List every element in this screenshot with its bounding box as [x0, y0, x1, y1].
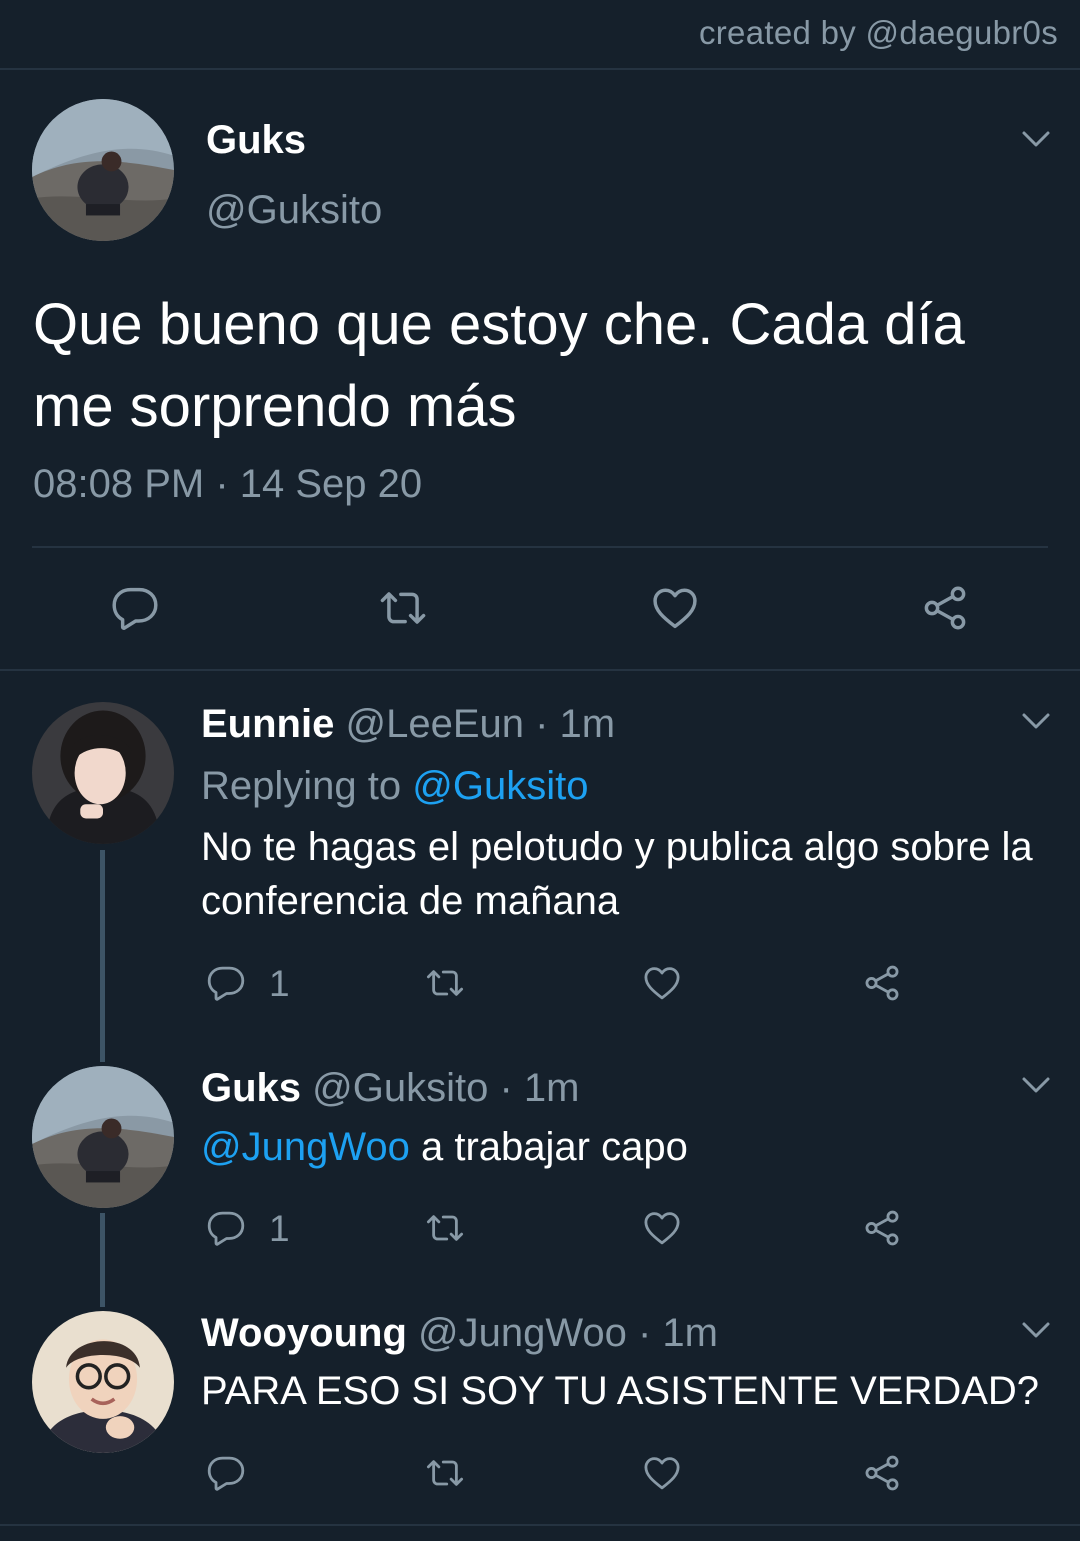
share-icon[interactable] [919, 582, 971, 634]
chevron-down-icon[interactable] [1021, 712, 1051, 730]
reply-header: Eunnie @LeeEun · 1m [201, 702, 615, 747]
reply-count: 1 [269, 1208, 290, 1249]
chevron-down-icon[interactable] [1021, 130, 1051, 148]
retweet-icon[interactable] [424, 962, 466, 1004]
like-icon[interactable] [649, 582, 701, 634]
share-icon[interactable] [861, 962, 903, 1004]
chevron-down-icon[interactable] [1021, 1076, 1051, 1094]
avatar-eunnie[interactable] [32, 702, 174, 844]
retweet-icon[interactable] [377, 582, 429, 634]
retweet-icon[interactable] [424, 1207, 466, 1249]
reply-icon[interactable] [205, 1207, 247, 1249]
avatar-guks-main[interactable] [32, 99, 174, 241]
watermark-credit: created by @daegubr0s [698, 14, 1058, 51]
main-tweet-text: Que bueno que estoy che. Cada día me sor… [33, 292, 965, 439]
retweet-icon[interactable] [424, 1452, 466, 1494]
reply-author-name[interactable]: Eunnie [201, 702, 334, 746]
replying-to-mention-link[interactable]: @Guksito [412, 764, 588, 808]
main-tweet-author-handle[interactable]: @Guksito [206, 188, 382, 233]
reply-header: Wooyoung @JungWoo · 1m [201, 1311, 718, 1356]
share-icon[interactable] [861, 1207, 903, 1249]
reply-text: @JungWoo a trabajar capo [201, 1120, 1061, 1174]
mention-link[interactable]: @JungWoo [201, 1125, 410, 1169]
main-tweet-author-name[interactable]: Guks [206, 118, 306, 163]
reply-author-handle-time: @JungWoo · 1m [418, 1311, 718, 1355]
reply-author-name[interactable]: Guks [201, 1066, 301, 1110]
reply-icon[interactable] [109, 582, 161, 634]
thread-connector [100, 1213, 105, 1307]
thread-connector [100, 850, 105, 1062]
reply-icon[interactable] [205, 1452, 247, 1494]
main-tweet-timestamp: 08:08 PM · 14 Sep 20 [33, 462, 423, 506]
main-tweet-divider [32, 546, 1048, 548]
avatar-guks[interactable] [32, 1066, 174, 1208]
like-icon[interactable] [641, 962, 683, 1004]
reply-text: No te hagas el pelotudo y publica algo s… [201, 825, 1033, 923]
share-icon[interactable] [861, 1452, 903, 1494]
like-icon[interactable] [641, 1207, 683, 1249]
top-divider [0, 68, 1080, 70]
section-divider [0, 669, 1080, 671]
reply-count: 1 [269, 963, 290, 1004]
reply-text: PARA ESO SI SOY TU ASISTENTE VERDAD? [201, 1369, 1040, 1413]
reply-icon[interactable] [205, 962, 247, 1004]
replying-to-label: Replying to [201, 764, 402, 808]
reply-author-handle-time: @Guksito · 1m [312, 1066, 580, 1110]
reply-author-handle-time: @LeeEun · 1m [345, 702, 616, 746]
reply-header: Guks @Guksito · 1m [201, 1066, 580, 1111]
bottom-divider [0, 1524, 1080, 1526]
replying-to: Replying to @Guksito [201, 764, 588, 809]
avatar-wooyoung[interactable] [32, 1311, 174, 1453]
like-icon[interactable] [641, 1452, 683, 1494]
chevron-down-icon[interactable] [1021, 1321, 1051, 1339]
reply-text-body: a trabajar capo [409, 1125, 688, 1169]
reply-author-name[interactable]: Wooyoung [201, 1311, 407, 1355]
